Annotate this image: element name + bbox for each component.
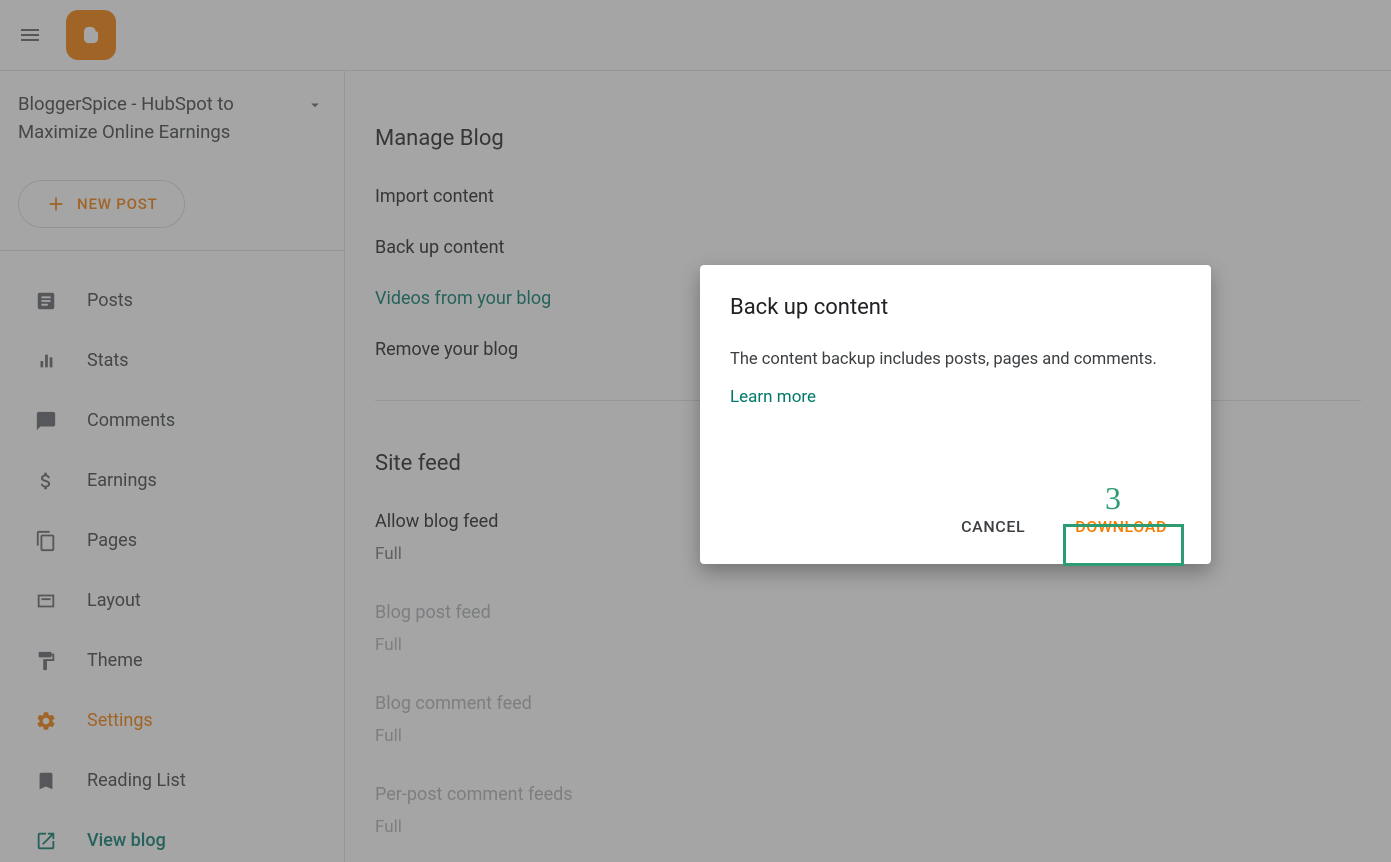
dialog-actions: CANCEL DOWNLOAD (730, 507, 1181, 546)
cancel-button[interactable]: CANCEL (947, 507, 1039, 546)
dialog-text: The content backup includes posts, pages… (730, 350, 1181, 369)
dialog-title: Back up content (730, 295, 1181, 320)
learn-more-link[interactable]: Learn more (730, 387, 816, 407)
backup-dialog: Back up content The content backup inclu… (700, 265, 1211, 564)
download-button[interactable]: DOWNLOAD (1061, 507, 1181, 546)
